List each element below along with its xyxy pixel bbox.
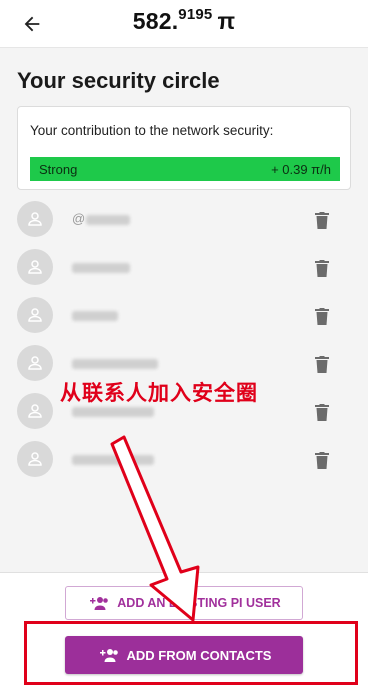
member-name: @ — [72, 211, 86, 226]
person-icon — [28, 212, 42, 226]
person-icon — [28, 404, 42, 418]
annotation-text: 从联系人加入安全圈 — [60, 382, 258, 405]
add-existing-pi-user-button[interactable]: ADD AN EXISTING PI USER — [65, 586, 303, 620]
trash-icon — [315, 307, 329, 325]
delete-member-button[interactable] — [312, 209, 332, 231]
list-item — [0, 249, 368, 289]
person-icon — [28, 308, 42, 322]
delete-member-button[interactable] — [312, 257, 332, 279]
redacted-name — [72, 455, 154, 465]
contribution-label: Your contribution to the network securit… — [30, 123, 274, 138]
strength-text: Strong — [39, 161, 78, 177]
delete-member-button[interactable] — [312, 353, 332, 375]
add-people-icon — [90, 597, 109, 610]
delete-member-button[interactable] — [312, 449, 332, 471]
avatar — [17, 393, 53, 429]
top-bar: 582.9195 π — [0, 0, 368, 48]
balance-whole: 582. — [132, 8, 179, 34]
trash-icon — [315, 403, 329, 421]
person-icon — [28, 260, 42, 274]
redacted-name — [72, 407, 154, 417]
redacted-name — [86, 215, 130, 225]
avatar — [17, 249, 53, 285]
redacted-name — [72, 263, 130, 273]
trash-icon — [315, 259, 329, 277]
trash-icon — [315, 211, 329, 229]
highlight-box — [24, 621, 358, 685]
add-existing-label: ADD AN EXISTING PI USER — [117, 596, 281, 610]
trash-icon — [315, 355, 329, 373]
page-title: Your security circle — [17, 68, 220, 93]
person-icon — [28, 452, 42, 466]
list-item — [0, 297, 368, 337]
delete-member-button[interactable] — [312, 305, 332, 327]
avatar — [17, 441, 53, 477]
avatar — [17, 297, 53, 333]
pi-balance: 582.9195 π — [0, 6, 368, 35]
strength-bar: Strong + 0.39 π/h — [30, 157, 340, 181]
redacted-name — [72, 311, 118, 321]
redacted-name — [72, 359, 158, 369]
balance-fraction: 9195 — [178, 6, 213, 23]
trash-icon — [315, 451, 329, 469]
person-icon — [28, 356, 42, 370]
currency-symbol: π — [217, 8, 236, 34]
avatar — [17, 201, 53, 237]
avatar — [17, 345, 53, 381]
list-item — [0, 441, 368, 481]
list-item: @ — [0, 201, 368, 241]
delete-member-button[interactable] — [312, 401, 332, 423]
mining-rate: + 0.39 π/h — [271, 161, 331, 177]
contribution-card: Your contribution to the network securit… — [17, 106, 351, 190]
